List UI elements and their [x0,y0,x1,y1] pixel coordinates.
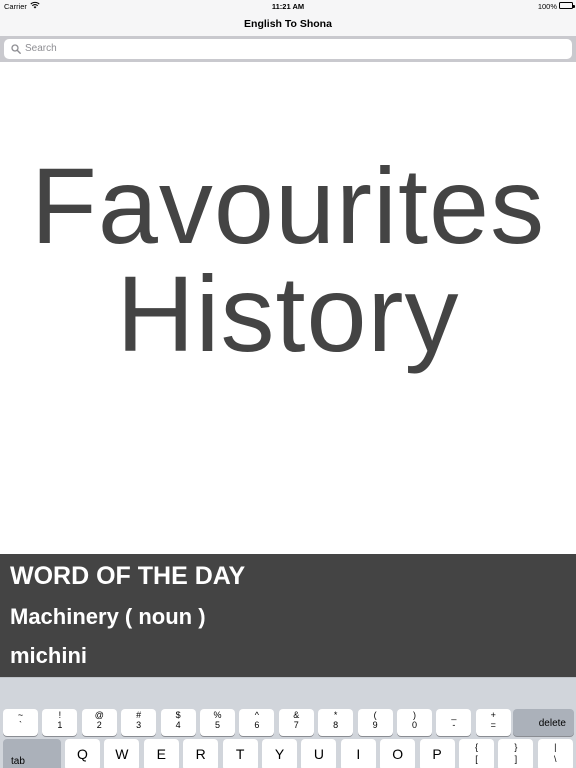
key-shift-symbol: | [554,742,557,752]
status-bar: Carrier 11:21 AM 100% [0,0,576,12]
key-symbol: ` [19,720,22,730]
app-screen: Carrier 11:21 AM 100% English To Shona S… [0,0,576,768]
key-shift-symbol: % [213,710,222,720]
key-bracket-1[interactable]: }] [498,739,534,768]
delete-key[interactable]: delete [513,709,574,736]
key--[interactable]: _ - [436,709,472,736]
tab-key[interactable]: tab [3,739,61,768]
search-placeholder: Search [25,43,57,54]
key-shift-symbol: & [293,710,300,720]
key-letter: W [115,746,129,762]
key-bracket-0[interactable]: {[ [459,739,494,768]
key-letter: Y [274,746,285,762]
key-shift-symbol: } [514,742,518,752]
on-screen-keyboard: ~ `! 1 @2 #3 $4% 5 ^ 6 & 7 * 8(9) 0 _ - + = delete tab QW… [0,677,576,768]
key-letter: O [392,746,404,762]
key-symbol: 6 [254,720,260,730]
key-letter: E [156,746,166,762]
delete-key-label: delete [538,718,566,729]
key-letter: I [356,746,361,762]
battery-icon [559,2,575,9]
navigation-bar: English To Shona [0,12,576,36]
key-symbol: - [452,720,456,730]
key-symbol: 3 [136,720,142,730]
search-bar: Search [0,36,576,62]
key-letter: Q [77,746,88,762]
key-=[interactable]: + = [475,709,511,736]
tab-key-label: tab [11,756,25,767]
key-symbol: \ [554,754,557,764]
key-symbol: 1 [57,720,63,730]
key-o[interactable]: O [380,739,416,768]
key-symbol: ] [514,754,518,764]
key-symbol: [ [475,754,478,764]
key-symbol: 5 [214,720,220,730]
key-u[interactable]: U [301,739,337,768]
history-link[interactable]: History [0,260,576,368]
key-1[interactable]: ! 1 [42,709,78,736]
key-shift-symbol: @ [94,710,104,720]
key-w[interactable]: W [104,739,140,768]
key-8[interactable]: * 8 [318,709,354,736]
key-3[interactable]: #3 [121,709,157,736]
key-9[interactable]: (9 [357,709,393,736]
key-letter: U [313,746,324,762]
key-symbol: 0 [411,720,417,730]
key-6[interactable]: ^ 6 [239,709,275,736]
key-symbol: 9 [372,720,378,730]
key-shift-symbol: ^ [254,710,259,720]
key-2[interactable]: @2 [81,709,117,736]
key-q[interactable]: Q [65,739,100,768]
search-icon [11,44,21,54]
key-shift-symbol: ( [373,710,377,720]
favourites-link[interactable]: Favourites [0,152,576,260]
key-symbol: = [490,720,496,730]
main-menu: Favourites History [0,62,576,554]
key-i[interactable]: I [340,739,376,768]
page-title: English To Shona [244,18,332,30]
word-of-the-day-word: Machinery ( noun ) [10,604,206,629]
key-t[interactable]: T [222,739,258,768]
key-shift-symbol: * [333,710,338,720]
word-of-the-day-translation: michini [10,643,88,668]
key-shift-symbol: $ [175,710,181,720]
key-7[interactable]: & 7 [278,709,314,736]
key-shift-symbol: # [136,710,142,720]
key-4[interactable]: $4 [160,709,196,736]
battery-percent: 100% [537,1,557,11]
key-0[interactable]: ) 0 [397,709,432,736]
word-of-the-day-panel[interactable]: WORD OF THE DAY Machinery ( noun ) michi… [0,554,576,677]
key-e[interactable]: E [143,739,179,768]
key-shift-symbol: { [474,742,478,752]
key-shift-symbol: ) [413,710,416,720]
key-symbol: 4 [175,720,181,730]
key-letter: R [195,746,206,762]
key-letter: T [235,746,245,762]
key-shift-symbol: ~ [17,710,24,720]
key-shift-symbol: _ [451,710,457,720]
key-letter: P [432,746,442,762]
key-symbol: 8 [333,720,339,730]
status-time: 11:21 AM [271,1,305,11]
key-`[interactable]: ~ ` [3,709,38,736]
key-bracket-2[interactable]: | \ [537,739,573,768]
key-r[interactable]: R [183,739,219,768]
key-shift-symbol: ! [58,710,62,720]
key-p[interactable]: P [419,739,455,768]
key-y[interactable]: Y [262,739,297,768]
key-shift-symbol: + [490,710,496,720]
key-symbol: 2 [96,720,102,730]
word-of-the-day-heading: WORD OF THE DAY [10,562,246,590]
key-5[interactable]: % 5 [200,709,235,736]
key-symbol: 7 [293,720,299,730]
search-input[interactable]: Search [4,39,572,59]
